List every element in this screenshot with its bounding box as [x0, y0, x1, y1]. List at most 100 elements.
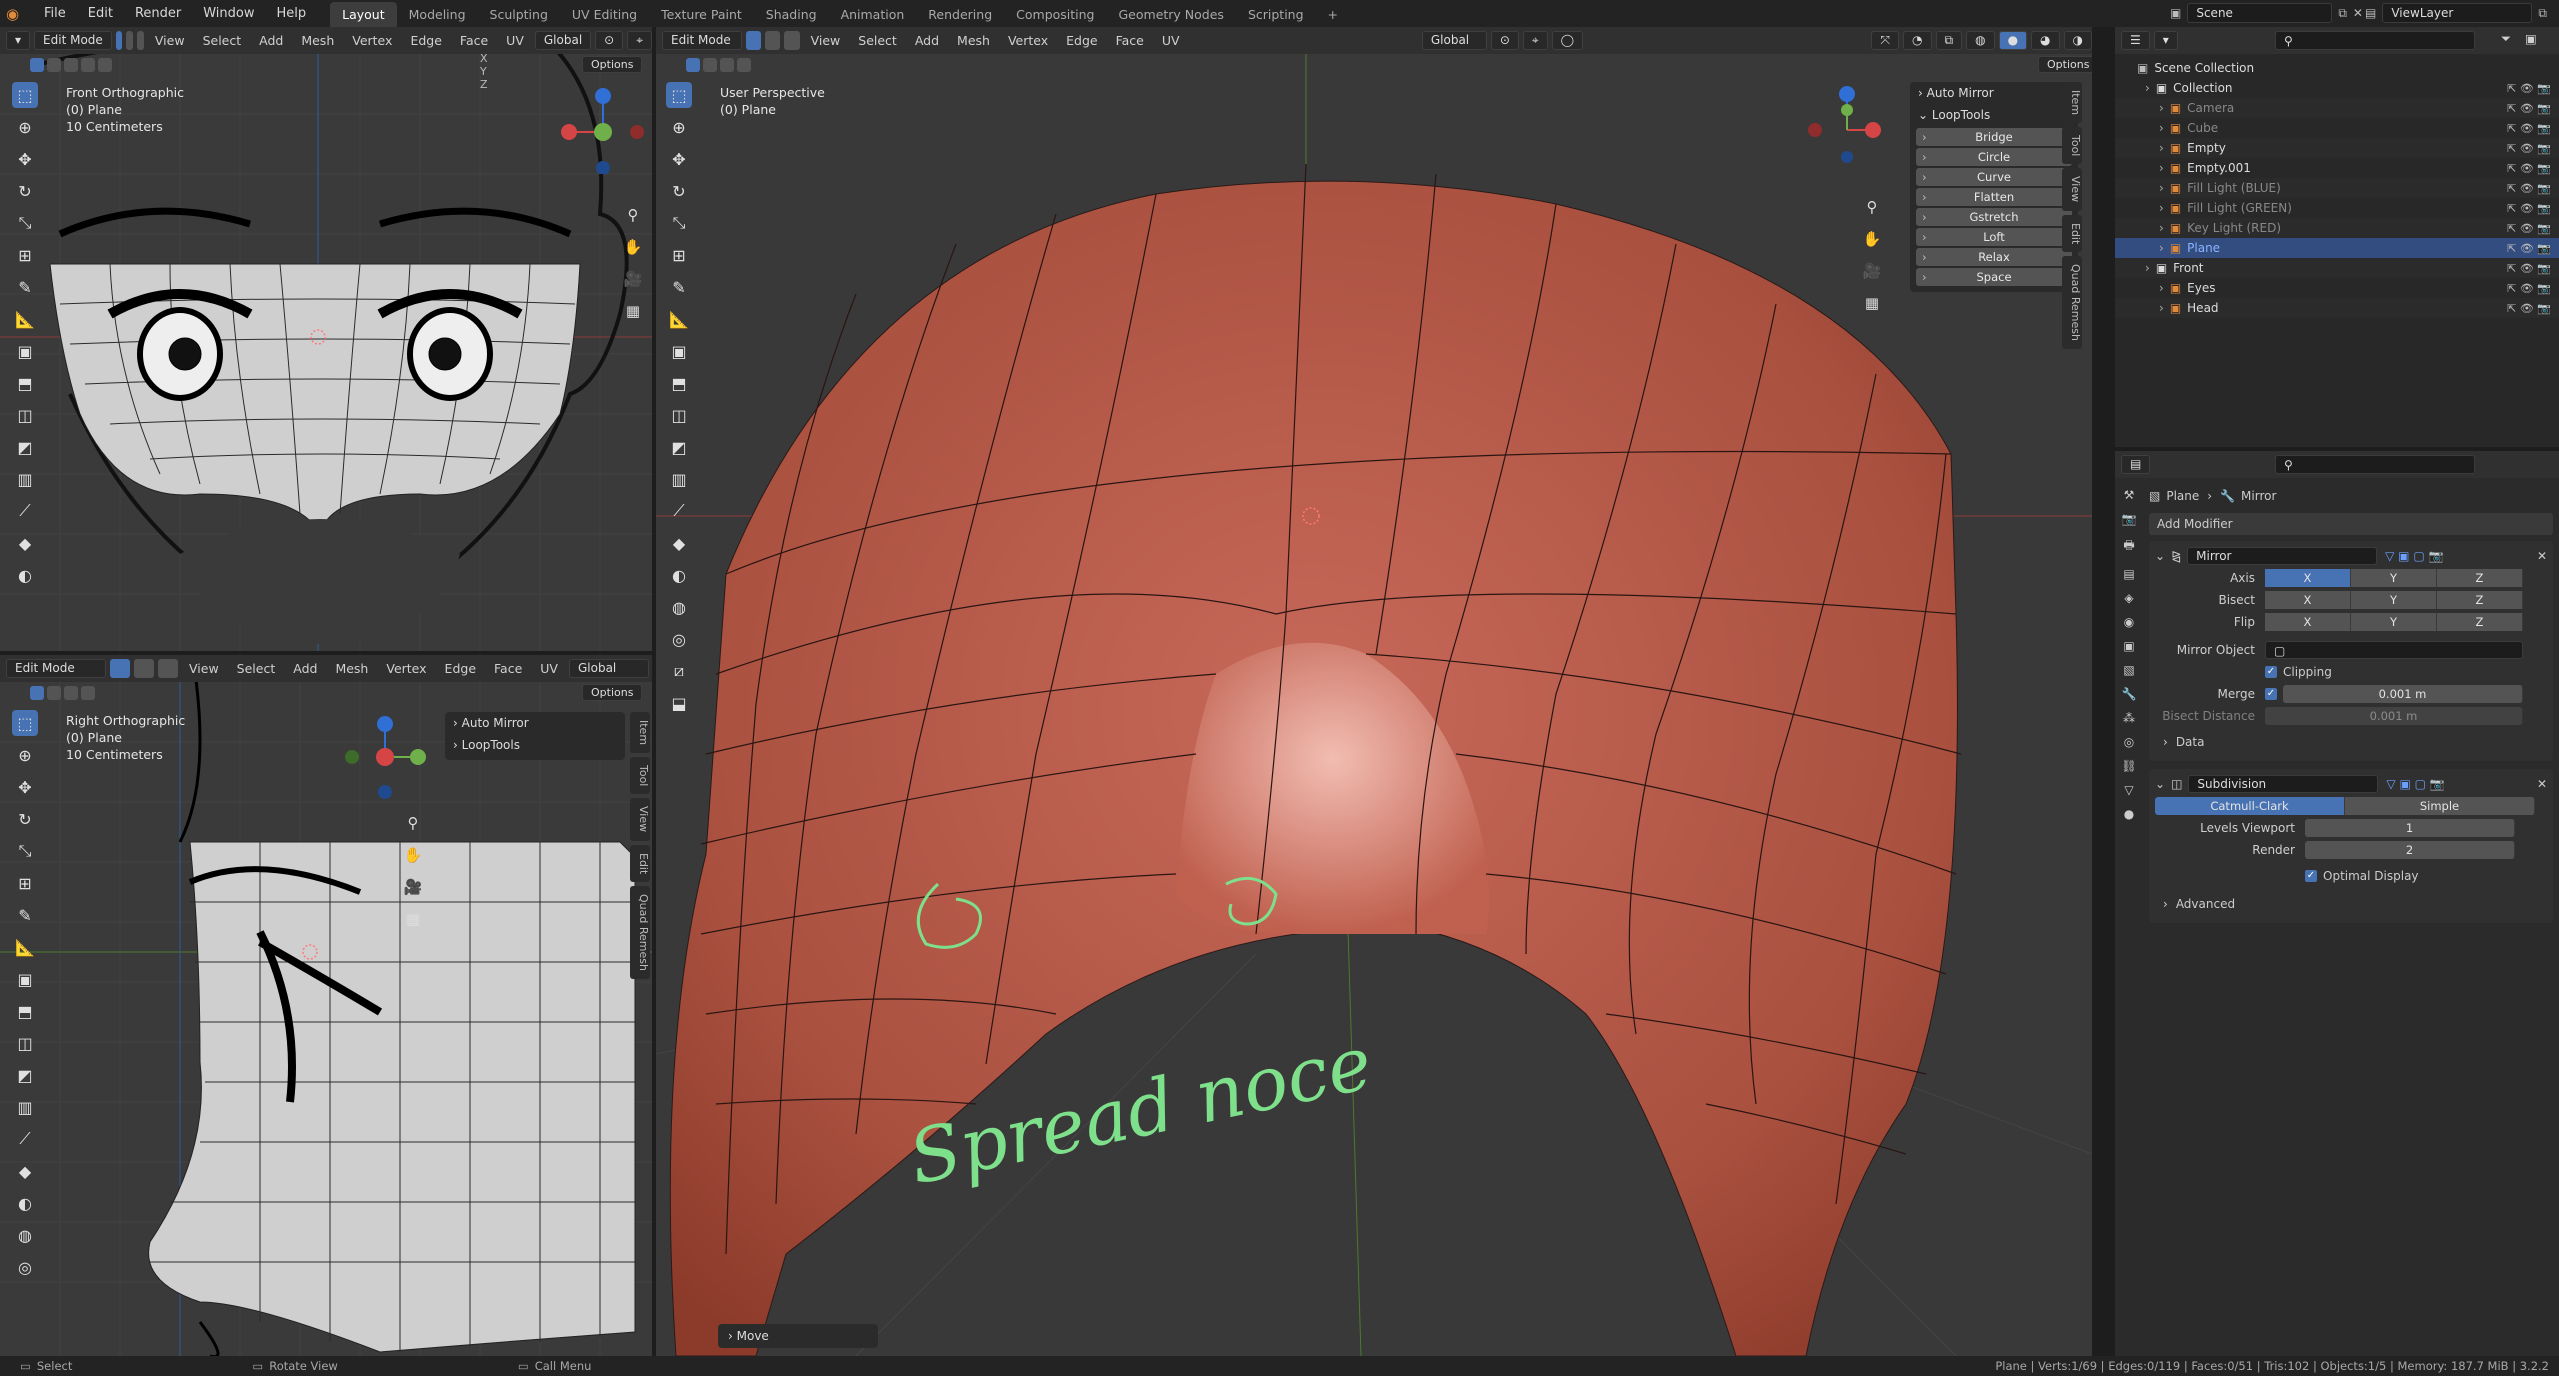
mirror-axis-toggles[interactable]: ⌬ X Y Z: [480, 54, 490, 91]
menu-uv[interactable]: UV: [533, 661, 565, 676]
visibility-toggle-icons[interactable]: ⇱ 👁 📷: [2507, 262, 2551, 275]
vertex-select-icon[interactable]: [746, 31, 762, 50]
tab-edit[interactable]: Edit: [630, 844, 650, 882]
visibility-toggle-icons[interactable]: ⇱ 👁 📷: [2507, 122, 2551, 135]
tab-quad-remesh[interactable]: Quad Remesh: [630, 885, 650, 979]
add-workspace-icon[interactable]: +: [1316, 2, 1350, 27]
loopcut-tool-icon[interactable]: ▥: [12, 1094, 38, 1120]
select-subtract-icon[interactable]: [720, 58, 734, 72]
menu-help[interactable]: Help: [267, 0, 317, 27]
axis-y[interactable]: Y: [480, 65, 487, 78]
menu-view[interactable]: View: [804, 33, 848, 48]
face-select-icon[interactable]: [137, 31, 144, 50]
visibility-toggle-icons[interactable]: ⇱ 👁 📷: [2507, 282, 2551, 295]
modifier-tab-icon[interactable]: 🔧: [2122, 687, 2137, 701]
menu-add[interactable]: Add: [286, 661, 324, 676]
render-levels-field[interactable]: 2: [2305, 841, 2515, 859]
gizmo-toggle[interactable]: ⤧: [1871, 31, 1900, 50]
tab-uv-editing[interactable]: UV Editing: [560, 2, 649, 27]
knife-tool-icon[interactable]: ⟋: [12, 498, 38, 524]
bevel-tool-icon[interactable]: ◩: [12, 434, 38, 460]
cursor-tool-icon[interactable]: ⊕: [12, 114, 38, 140]
zoom-icon[interactable]: ⚲: [1859, 194, 1885, 220]
bisect-z-button[interactable]: Z: [2437, 591, 2523, 609]
outliner-row[interactable]: › ▣ Fill Light (GREEN) ⇱ 👁 📷: [2115, 198, 2559, 218]
rotate-tool-icon[interactable]: ↻: [12, 178, 38, 204]
rotate-tool-icon[interactable]: ↻: [666, 178, 692, 204]
smooth-tool-icon[interactable]: ◍: [12, 1222, 38, 1248]
expand-chevron-icon[interactable]: ›: [2145, 261, 2150, 275]
view-layer-tab-icon[interactable]: ▤: [2123, 567, 2134, 581]
cursor-tool-icon[interactable]: ⊕: [12, 742, 38, 768]
menu-window[interactable]: Window: [193, 0, 264, 27]
visibility-toggle-icons[interactable]: ⇱ 👁 📷: [2507, 182, 2551, 195]
knife-tool-icon[interactable]: ⟋: [666, 498, 692, 524]
tab-sculpting[interactable]: Sculpting: [478, 2, 560, 27]
vertex-select-icon[interactable]: [110, 659, 130, 678]
menu-file[interactable]: File: [34, 0, 76, 27]
pan-hand-icon[interactable]: ✋: [620, 234, 646, 260]
delete-scene-icon[interactable]: ✕: [2353, 6, 2363, 20]
menu-view[interactable]: View: [182, 661, 226, 676]
remove-modifier-icon[interactable]: ✕: [2537, 549, 2547, 563]
menu-edge[interactable]: Edge: [1059, 33, 1104, 48]
clipping-checkbox[interactable]: ✓: [2265, 666, 2277, 678]
transform-tool-icon[interactable]: ⊞: [666, 242, 692, 268]
extrude-tool-icon[interactable]: ⬒: [12, 998, 38, 1024]
viewlayer-icon[interactable]: ▤: [2365, 6, 2376, 20]
select-tool-icon[interactable]: ⬚: [12, 710, 38, 736]
menu-add[interactable]: Add: [908, 33, 946, 48]
vertex-select-icon[interactable]: [115, 31, 123, 50]
menu-mesh[interactable]: Mesh: [950, 33, 997, 48]
proportional-edit-dropdown[interactable]: ◯: [1551, 31, 1584, 50]
xray-toggle[interactable]: ⧉: [1935, 31, 1963, 50]
select-invert-icon[interactable]: [81, 58, 95, 72]
subdivision-name-field[interactable]: Subdivision: [2188, 775, 2379, 793]
tab-scripting[interactable]: Scripting: [1236, 2, 1316, 27]
viewlayer-name-field[interactable]: ViewLayer: [2382, 3, 2533, 23]
expand-chevron-icon[interactable]: ›: [2159, 181, 2164, 195]
extrude-tool-icon[interactable]: ⬒: [666, 370, 692, 396]
edge-select-icon[interactable]: [134, 659, 154, 678]
last-operator-panel[interactable]: › Move: [718, 1324, 878, 1348]
spin-tool-icon[interactable]: ◐: [12, 1190, 38, 1216]
editor-type-dropdown[interactable]: ▾: [6, 31, 31, 50]
inset-tool-icon[interactable]: ◫: [12, 1030, 38, 1056]
ortho-grid-icon[interactable]: ▦: [1859, 290, 1885, 316]
measure-tool-icon[interactable]: 📐: [666, 306, 692, 332]
optimal-display-checkbox[interactable]: ✓: [2305, 870, 2317, 882]
add-modifier-dropdown[interactable]: Add Modifier: [2149, 513, 2553, 535]
select-subtract-icon[interactable]: [64, 58, 78, 72]
outliner-row[interactable]: › ▣ Empty.001 ⇱ 👁 📷: [2115, 158, 2559, 178]
scene-tab-icon[interactable]: ◈: [2124, 591, 2133, 605]
outliner-row[interactable]: › ▣ Plane ⇱ 👁 📷: [2115, 238, 2559, 258]
add-cube-tool-icon[interactable]: ▣: [666, 338, 692, 364]
snap-dropdown[interactable]: ⌖: [627, 31, 652, 50]
measure-tool-icon[interactable]: 📐: [12, 934, 38, 960]
tab-item[interactable]: Item: [630, 712, 650, 754]
shrink-tool-icon[interactable]: ◎: [12, 1254, 38, 1280]
looptools-flatten-button[interactable]: Flatten: [1916, 188, 2072, 206]
menu-add[interactable]: Add: [252, 33, 290, 48]
tab-layout[interactable]: Layout: [330, 2, 397, 27]
menu-face[interactable]: Face: [453, 33, 495, 48]
properties-search-input[interactable]: ⚲: [2275, 455, 2475, 474]
output-tab-icon[interactable]: 🖶: [2123, 536, 2134, 557]
outliner-row[interactable]: › ▣ Key Light (RED) ⇱ 👁 📷: [2115, 218, 2559, 238]
select-extend-icon[interactable]: [47, 58, 61, 72]
looptools-circle-button[interactable]: Circle: [1916, 148, 2072, 166]
tab-tool[interactable]: Tool: [2062, 127, 2082, 165]
constraints-tab-icon[interactable]: ⛓: [2121, 759, 2136, 773]
advanced-subpanel[interactable]: › Advanced: [2155, 893, 2547, 915]
render-tab-icon[interactable]: 📷: [2122, 512, 2137, 526]
outliner-row[interactable]: › ▣ Collection ⇱ 👁 📷: [2115, 78, 2559, 98]
annotate-tool-icon[interactable]: ✎: [12, 274, 38, 300]
expand-chevron-icon[interactable]: ›: [2159, 101, 2164, 115]
tab-view[interactable]: View: [630, 798, 650, 841]
modifier-toggle-icons[interactable]: ▽ ▣ ▢ 📷: [2386, 777, 2444, 791]
collapse-chevron-icon[interactable]: ⌄: [2155, 777, 2165, 791]
outliner-row[interactable]: › ▣ Camera ⇱ 👁 📷: [2115, 98, 2559, 118]
pan-hand-icon[interactable]: ✋: [1859, 226, 1885, 252]
polybuild-tool-icon[interactable]: ◆: [12, 530, 38, 556]
outliner-scene-collection[interactable]: ▣ Scene Collection: [2115, 58, 2559, 78]
